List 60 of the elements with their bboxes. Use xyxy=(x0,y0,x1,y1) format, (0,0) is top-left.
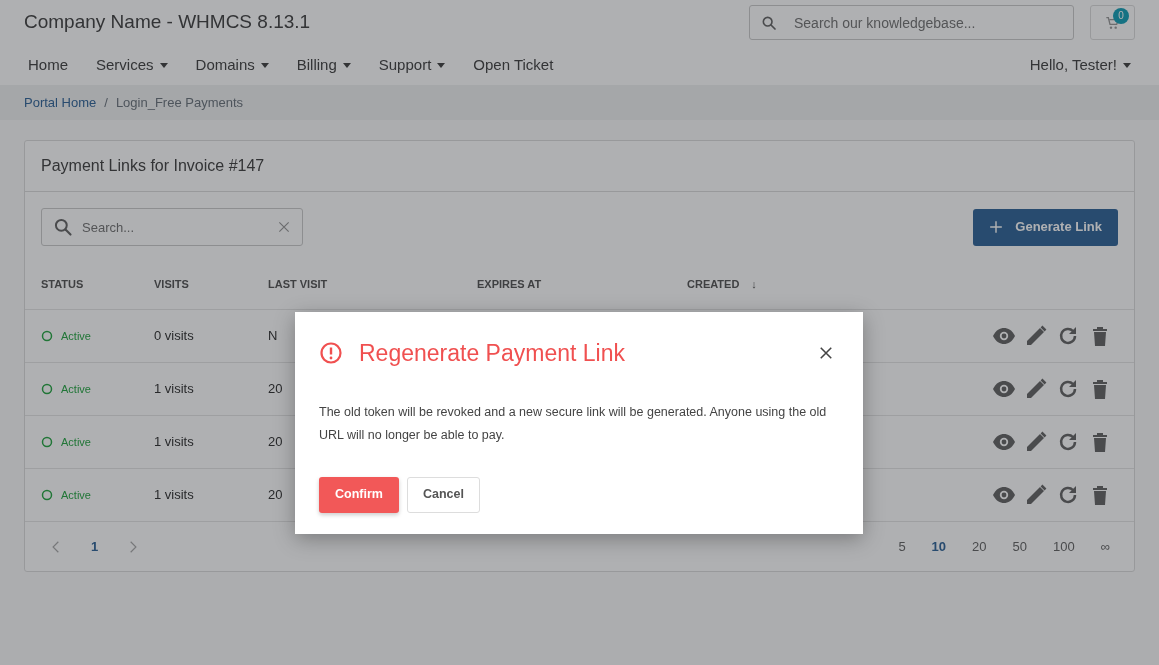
status-text: Active xyxy=(61,434,91,450)
nav-link[interactable]: Services xyxy=(82,53,182,77)
generate-link-button[interactable]: Generate Link xyxy=(973,208,1118,246)
page-size-link[interactable]: 10 xyxy=(931,536,947,557)
cart-count-badge: 0 xyxy=(1113,8,1129,24)
column-header[interactable]: VISITS xyxy=(154,276,189,293)
brand-title[interactable]: Company Name - WHMCS 8.13.1 xyxy=(24,8,311,37)
edit-icon[interactable] xyxy=(1024,430,1048,454)
page-size-link[interactable]: 5 xyxy=(898,536,906,557)
column-header[interactable]: EXPIRES AT xyxy=(477,276,542,293)
table-cell-text: 20 xyxy=(268,433,283,452)
breadcrumb-current: Login_Free Payments xyxy=(115,93,244,112)
edit-icon[interactable] xyxy=(1024,483,1048,507)
column-header[interactable]: STATUS xyxy=(41,276,84,293)
page-size-link[interactable]: 50 xyxy=(1012,536,1027,557)
close-icon[interactable] xyxy=(819,346,833,361)
modal-message: The old token will be revoked and a new secure link will be generated. Anyone using the old URL will no longer be able to pay. xyxy=(319,403,828,444)
table-cell-text: 1 visits xyxy=(154,380,194,399)
nav-link[interactable]: Home xyxy=(14,53,82,77)
cart-button[interactable]: 0 xyxy=(1090,5,1135,40)
nav-link[interactable]: Hello, Tester! xyxy=(1015,53,1145,77)
modal-title: Regenerate Payment Link xyxy=(359,339,625,368)
status-circle-icon xyxy=(41,383,53,395)
status-text: Active xyxy=(61,381,91,397)
nav-link[interactable]: Billing xyxy=(282,53,365,77)
plus-icon xyxy=(989,220,1004,234)
page-link[interactable]: 1 xyxy=(91,536,99,557)
edit-icon[interactable] xyxy=(1024,377,1048,401)
clear-icon[interactable] xyxy=(277,220,291,234)
nav-link[interactable]: Domains xyxy=(181,53,283,77)
search-field[interactable]: Search our knowledgebase... xyxy=(749,5,1074,40)
table-cell-text: 1 visits xyxy=(154,433,194,452)
status-circle-icon xyxy=(41,489,53,501)
table-cell-text: 0 visits xyxy=(154,327,194,346)
confirm-button[interactable]: Confirm xyxy=(319,476,399,513)
search-field[interactable]: Search... xyxy=(41,208,303,246)
status-text: Active xyxy=(61,328,91,344)
breadcrumb-link[interactable]: Portal Home xyxy=(24,92,97,113)
breadcrumb-separator: / xyxy=(104,93,108,112)
table-cell-text: 20 xyxy=(268,486,283,505)
edit-icon[interactable] xyxy=(1024,324,1048,348)
status-circle-icon xyxy=(41,436,53,448)
cancel-button[interactable]: Cancel xyxy=(406,476,480,513)
sort-indicator[interactable]: ↓ xyxy=(751,276,757,293)
status-circle-icon xyxy=(41,330,53,342)
search-icon xyxy=(53,217,73,237)
card-title: Payment Links for Invoice #147 xyxy=(25,141,1134,192)
page-size-link[interactable]: 100 xyxy=(1053,536,1075,557)
status-text: Active xyxy=(61,487,91,503)
nav-link[interactable]: Support xyxy=(364,53,460,77)
page-size-link[interactable]: 20 xyxy=(972,536,987,557)
table-cell-text: N xyxy=(268,327,278,346)
table-cell-text: 20 xyxy=(268,380,283,399)
page-size-link[interactable]: ∞ xyxy=(1100,536,1110,557)
table-cell-text: 1 visits xyxy=(154,486,194,505)
column-header[interactable]: CREATED xyxy=(687,276,740,293)
search-icon xyxy=(761,14,777,31)
column-header[interactable]: LAST VISIT xyxy=(268,276,328,293)
alert-icon xyxy=(319,341,343,366)
nav-link[interactable]: Open Ticket xyxy=(459,53,568,77)
